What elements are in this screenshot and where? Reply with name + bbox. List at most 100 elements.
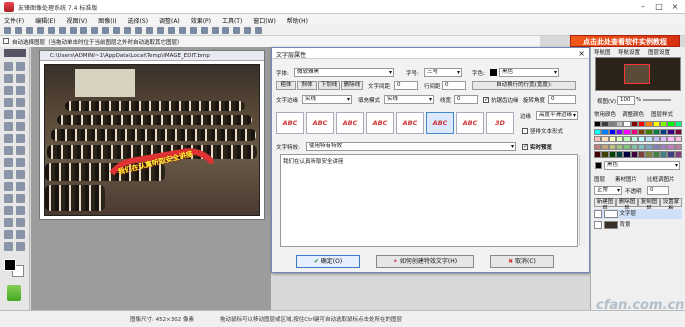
tab-frames[interactable]: 比框调图片: [647, 175, 675, 183]
opacity-input[interactable]: 0: [647, 186, 669, 195]
current-color-select[interactable]: 黑色: [604, 161, 680, 170]
frame-tool-icon[interactable]: [4, 230, 13, 239]
create-effect-help-button[interactable]: ✦ 如何创建特效文字(H): [376, 255, 474, 268]
vertical-text-checkbox[interactable]: [522, 128, 528, 134]
layer-item-background[interactable]: 背景: [594, 220, 682, 230]
palette-color-swatch[interactable]: [601, 121, 609, 128]
palette-color-swatch[interactable]: [616, 121, 624, 128]
palette-color-swatch[interactable]: [608, 121, 616, 128]
effect-valley[interactable]: ABC: [366, 112, 394, 134]
spacing-input[interactable]: 0: [394, 81, 418, 90]
menu-select[interactable]: 选择(S): [128, 16, 149, 25]
crop-tool-icon[interactable]: [4, 86, 13, 95]
line-tool-icon[interactable]: [16, 182, 25, 191]
palette-color-swatch[interactable]: [645, 121, 653, 128]
palette-color-swatch[interactable]: [616, 128, 624, 135]
move-tool-icon[interactable]: [4, 62, 13, 71]
palette-color-swatch[interactable]: [608, 151, 616, 158]
text-tool-icon[interactable]: [4, 170, 13, 179]
palette-color-swatch[interactable]: [645, 151, 653, 158]
frame-icon[interactable]: [200, 27, 208, 34]
marquee-tool-icon[interactable]: [16, 62, 25, 71]
zoom-input[interactable]: 100: [617, 96, 635, 105]
auto-select-layer-checkbox[interactable]: [3, 38, 9, 44]
effect-3d[interactable]: 3D: [486, 112, 514, 134]
eye-icon[interactable]: [594, 209, 602, 218]
line-width-input[interactable]: 0: [454, 95, 478, 104]
palette-color-swatch[interactable]: [594, 151, 602, 158]
brush-icon[interactable]: [178, 27, 186, 34]
tab-layer-settings[interactable]: 图层设置: [648, 48, 670, 56]
sharpen-tool-icon[interactable]: [4, 146, 13, 155]
rotate-icon[interactable]: [124, 27, 132, 34]
palette-color-swatch[interactable]: [594, 136, 602, 143]
zoom-slider[interactable]: [643, 99, 671, 101]
palette-color-swatch[interactable]: [601, 136, 609, 143]
rotate-input[interactable]: 0: [548, 95, 576, 104]
maximize-icon[interactable]: □: [652, 1, 666, 12]
tab-navigator-settings[interactable]: 导航设置: [618, 48, 640, 56]
palette-color-swatch[interactable]: [645, 143, 653, 151]
palette-color-swatch[interactable]: [667, 128, 675, 135]
palette-color-swatch[interactable]: [630, 151, 638, 158]
palette-color-swatch[interactable]: [660, 121, 668, 128]
palette-color-swatch[interactable]: [601, 151, 609, 158]
palette-color-swatch[interactable]: [667, 143, 675, 151]
clone-tool-icon[interactable]: [4, 110, 13, 119]
palette-color-swatch[interactable]: [660, 151, 668, 158]
bucket-tool-icon[interactable]: [16, 122, 25, 131]
color-palette[interactable]: [594, 121, 682, 159]
stamp-tool-icon[interactable]: [4, 218, 13, 227]
effect-circle[interactable]: ABC: [396, 112, 424, 134]
menu-edit[interactable]: 编辑(E): [35, 16, 55, 25]
color-replace-tool-icon[interactable]: [4, 242, 13, 251]
palette-color-swatch[interactable]: [674, 128, 682, 135]
palette-color-swatch[interactable]: [623, 128, 631, 135]
ok-button[interactable]: ✔ 确定(O): [296, 255, 360, 268]
palette-color-swatch[interactable]: [638, 143, 646, 151]
palette-color-swatch[interactable]: [608, 136, 616, 143]
palette-color-swatch[interactable]: [608, 128, 616, 135]
tab-common-colors[interactable]: 常用颜色: [594, 110, 616, 118]
palette-color-swatch[interactable]: [623, 151, 631, 158]
cut-icon[interactable]: [47, 27, 55, 34]
palette-color-swatch[interactable]: [623, 143, 631, 151]
duplicate-layer-button[interactable]: 复制图层: [638, 198, 660, 212]
border-select[interactable]: 高度平滑边缘: [536, 111, 578, 120]
color-icon[interactable]: [244, 27, 252, 34]
underline-button[interactable]: 下划线: [318, 81, 340, 90]
palette-color-swatch[interactable]: [630, 143, 638, 151]
tab-navigator[interactable]: 导航图: [594, 48, 611, 56]
size-select[interactable]: 三号: [424, 68, 462, 77]
new-file-icon[interactable]: [4, 27, 11, 34]
palette-color-swatch[interactable]: [652, 136, 660, 143]
eyedropper-tool-icon[interactable]: [4, 194, 13, 203]
palette-color-swatch[interactable]: [594, 121, 602, 128]
text-effect-select[interactable]: 使用特有特效: [306, 142, 516, 151]
palette-color-swatch[interactable]: [638, 121, 646, 128]
menu-effect[interactable]: 效果(P): [191, 16, 211, 25]
palette-color-swatch[interactable]: [667, 121, 675, 128]
effect-vertical[interactable]: ABC: [306, 112, 334, 134]
color-swatch[interactable]: [490, 69, 497, 76]
palette-color-swatch[interactable]: [616, 136, 624, 143]
palette-color-swatch[interactable]: [638, 151, 646, 158]
current-color-swatch[interactable]: [595, 162, 602, 169]
smudge-tool-icon[interactable]: [16, 146, 25, 155]
palette-color-swatch[interactable]: [630, 121, 638, 128]
zoom-tool-icon[interactable]: [4, 206, 13, 215]
palette-color-swatch[interactable]: [630, 136, 638, 143]
print-icon[interactable]: [36, 27, 44, 34]
palette-color-swatch[interactable]: [652, 128, 660, 135]
dodge-tool-icon[interactable]: [4, 158, 13, 167]
blend-mode-select[interactable]: 正常: [594, 186, 622, 195]
pen-tool-icon[interactable]: [16, 170, 25, 179]
new-layer-button[interactable]: 新建图层: [594, 198, 616, 212]
eye-icon[interactable]: [594, 220, 602, 229]
palette-color-swatch[interactable]: [674, 121, 682, 128]
copy-icon[interactable]: [58, 27, 66, 34]
palette-color-swatch[interactable]: [652, 151, 660, 158]
palette-color-swatch[interactable]: [594, 143, 602, 151]
layer-item-text[interactable]: 文字层: [594, 209, 682, 219]
hand-tool-icon[interactable]: [16, 194, 25, 203]
